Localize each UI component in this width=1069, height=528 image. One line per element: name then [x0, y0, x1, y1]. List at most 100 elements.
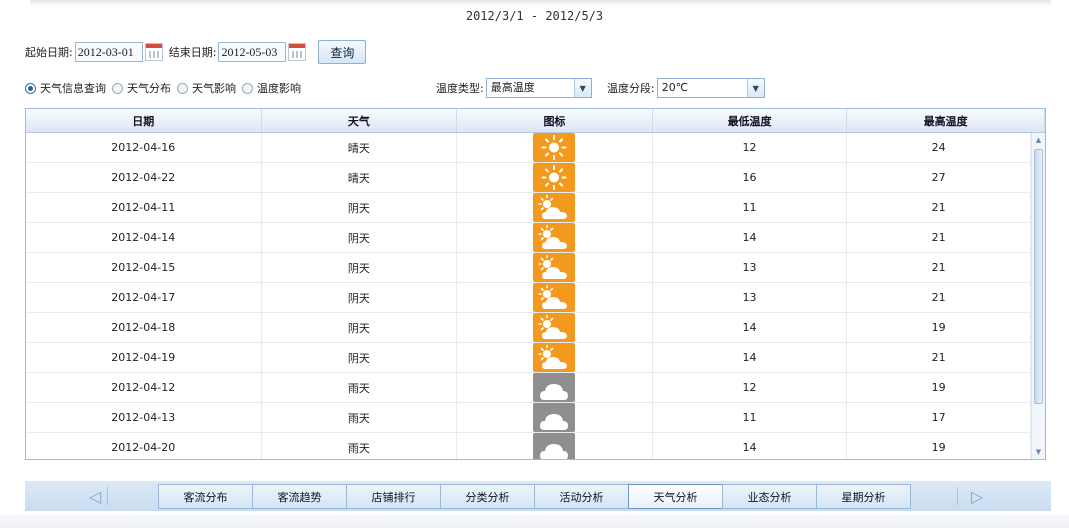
- cell-high-temp: 19: [847, 313, 1031, 342]
- scroll-left-icon[interactable]: ◁: [80, 484, 110, 508]
- calendar-icon[interactable]: [288, 43, 307, 61]
- start-date-input[interactable]: 2012-03-01: [74, 42, 143, 62]
- cell-high-temp: 21: [847, 223, 1031, 252]
- query-bar: 起始日期: 2012-03-01 结束日期: 2012-05-03 查询: [25, 40, 367, 64]
- cell-icon: [457, 403, 653, 432]
- column-header-low-temp[interactable]: 最低温度: [653, 109, 848, 132]
- radio-weather-info[interactable]: 天气信息查询: [25, 80, 106, 96]
- tab-list: 客流分布 客流趋势 店铺排行 分类分析 活动分析 天气分析 业态分析 星期分析: [158, 484, 911, 509]
- tab-2[interactable]: 客流趋势: [252, 484, 347, 509]
- cell-date: 2012-04-20: [26, 433, 262, 459]
- cell-icon: [457, 223, 653, 252]
- radio-label: 温度影响: [257, 82, 301, 95]
- column-header-icon[interactable]: 图标: [457, 109, 653, 132]
- radio-unchecked-icon: [242, 82, 253, 94]
- cell-low-temp: 11: [653, 403, 848, 432]
- table-row[interactable]: 2012-04-16 晴天 12 24: [26, 133, 1031, 163]
- tab-6[interactable]: 天气分析: [628, 484, 723, 509]
- table-header: 日期 天气 图标 最低温度 最高温度: [26, 109, 1045, 133]
- table-row[interactable]: 2012-04-18 阴天 14 19: [26, 313, 1031, 343]
- column-header-date[interactable]: 日期: [26, 109, 262, 132]
- analysis-tab-bar: ◁ 客流分布 客流趋势 店铺排行 分类分析 活动分析 天气分析 业态分析 星期分析 ▷: [25, 481, 1051, 511]
- cell-low-temp: 14: [653, 313, 848, 342]
- table-row[interactable]: 2012-04-20 雨天 14 19: [26, 433, 1031, 459]
- cell-icon: [457, 343, 653, 372]
- table-row[interactable]: 2012-04-19 阴天 14 21: [26, 343, 1031, 373]
- table-row[interactable]: 2012-04-13 雨天 11 17: [26, 403, 1031, 433]
- cell-date: 2012-04-14: [26, 223, 262, 252]
- cell-icon: [457, 133, 653, 162]
- cell-weather: 阴天: [262, 313, 458, 342]
- cell-weather: 阴天: [262, 223, 458, 252]
- cell-low-temp: 11: [653, 193, 848, 222]
- table-body: 2012-04-16 晴天 12 24 2012-04-22 晴天 16 27 2012-04-…: [26, 133, 1031, 459]
- table-row[interactable]: 2012-04-14 阴天 14 21: [26, 223, 1031, 253]
- cell-high-temp: 21: [847, 283, 1031, 312]
- cloud-icon: [533, 403, 576, 432]
- query-button[interactable]: 查询: [318, 40, 367, 64]
- cloud-icon: [533, 433, 576, 459]
- cell-weather: 雨天: [262, 403, 458, 432]
- tab-5[interactable]: 活动分析: [534, 484, 629, 509]
- temp-type-select[interactable]: 最高温度 ▼: [485, 78, 592, 98]
- scroll-down-icon[interactable]: ▼: [1032, 445, 1045, 459]
- cell-icon: [457, 193, 653, 222]
- vertical-scrollbar[interactable]: ▲ ▼: [1031, 133, 1045, 459]
- column-header-high-temp[interactable]: 最高温度: [847, 109, 1045, 132]
- radio-temperature-impact[interactable]: 温度影响: [242, 80, 301, 96]
- cell-high-temp: 17: [847, 403, 1031, 432]
- temp-segment-select[interactable]: 20℃ ▼: [656, 78, 765, 98]
- cell-icon: [457, 163, 653, 192]
- calendar-icon[interactable]: [144, 43, 163, 61]
- radio-checked-icon: [25, 82, 36, 94]
- cell-date: 2012-04-11: [26, 193, 262, 222]
- tab-4[interactable]: 分类分析: [440, 484, 535, 509]
- radio-weather-distribution[interactable]: 天气分布: [112, 80, 171, 96]
- scroll-up-icon[interactable]: ▲: [1032, 133, 1045, 147]
- tab-8[interactable]: 星期分析: [816, 484, 911, 509]
- cell-high-temp: 21: [847, 343, 1031, 372]
- cell-icon: [457, 253, 653, 282]
- footer-band: [0, 514, 1069, 528]
- column-header-weather[interactable]: 天气: [262, 109, 458, 132]
- scroll-right-icon[interactable]: ▷: [962, 484, 992, 508]
- cell-low-temp: 13: [653, 283, 848, 312]
- weather-analysis-page: { "header": { "range_title": "2012/3/1 -…: [0, 0, 1069, 528]
- table-row[interactable]: 2012-04-11 阴天 11 21: [26, 193, 1031, 223]
- partly-cloudy-icon: [533, 313, 576, 342]
- cell-weather: 阴天: [262, 343, 458, 372]
- partly-cloudy-icon: [533, 223, 576, 252]
- weather-table: 日期 天气 图标 最低温度 最高温度 2012-04-16 晴天 12 24 2012-…: [25, 108, 1046, 460]
- radio-weather-impact[interactable]: 天气影响: [177, 80, 236, 96]
- tab-7[interactable]: 业态分析: [722, 484, 817, 509]
- temp-segment-group: 温度分段: 20℃ ▼: [607, 77, 765, 99]
- temp-type-group: 温度类型: 最高温度 ▼: [436, 77, 592, 99]
- scrollbar-thumb[interactable]: [1034, 149, 1043, 404]
- end-date-input[interactable]: 2012-05-03: [218, 42, 287, 62]
- table-row[interactable]: 2012-04-22 晴天 16 27: [26, 163, 1031, 193]
- table-row[interactable]: 2012-04-15 阴天 13 21: [26, 253, 1031, 283]
- cell-weather: 阴天: [262, 283, 458, 312]
- chevron-down-icon: ▼: [573, 79, 591, 97]
- table-row[interactable]: 2012-04-17 阴天 13 21: [26, 283, 1031, 313]
- sunny-icon: [533, 133, 576, 162]
- partly-cloudy-icon: [533, 253, 576, 282]
- tab-1[interactable]: 客流分布: [158, 484, 253, 509]
- radio-unchecked-icon: [177, 82, 188, 94]
- cell-icon: [457, 313, 653, 342]
- tab-3[interactable]: 店铺排行: [346, 484, 441, 509]
- radio-label: 天气分布: [127, 82, 171, 95]
- partly-cloudy-icon: [533, 193, 576, 222]
- cell-date: 2012-04-19: [26, 343, 262, 372]
- radio-label: 天气影响: [192, 82, 236, 95]
- cell-weather: 晴天: [262, 133, 458, 162]
- cell-icon: [457, 373, 653, 402]
- cell-weather: 雨天: [262, 433, 458, 459]
- cell-date: 2012-04-17: [26, 283, 262, 312]
- divider: [957, 487, 958, 505]
- divider: [107, 487, 108, 505]
- cell-weather: 晴天: [262, 163, 458, 192]
- cell-high-temp: 24: [847, 133, 1031, 162]
- table-row[interactable]: 2012-04-12 雨天 12 19: [26, 373, 1031, 403]
- cell-low-temp: 16: [653, 163, 848, 192]
